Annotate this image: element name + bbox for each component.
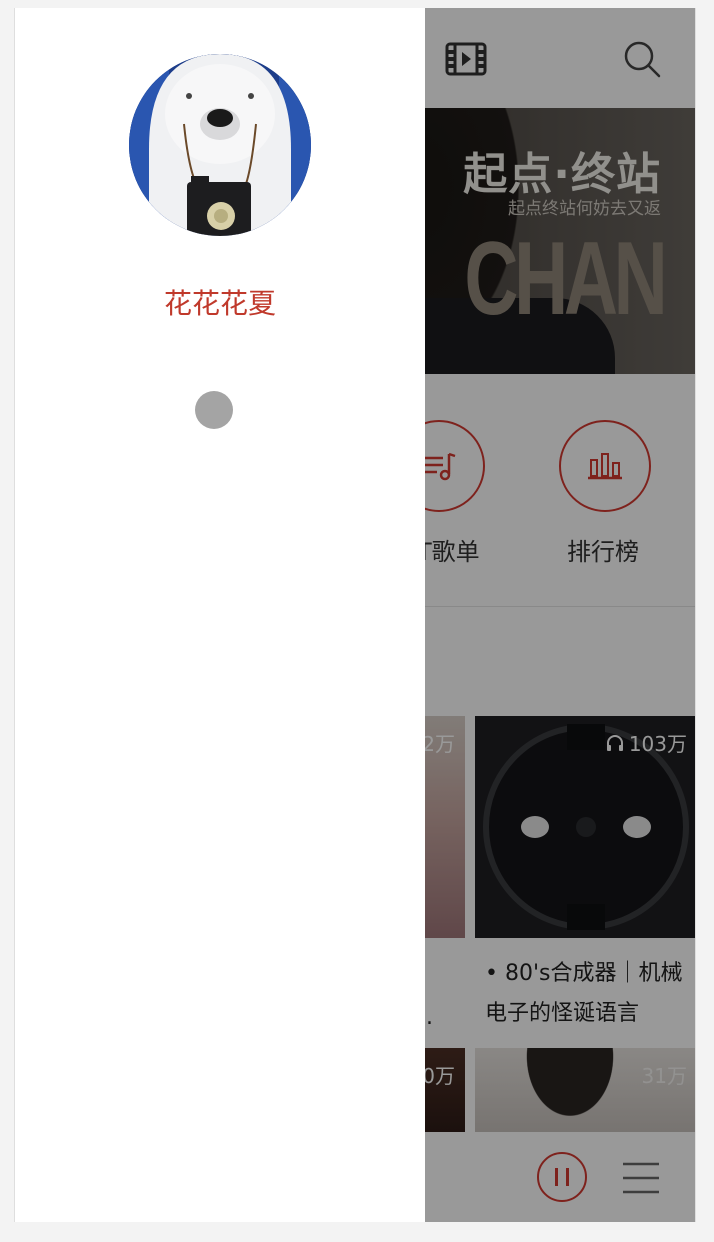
username[interactable]: 花花花夏 [15,282,425,322]
app-frame: 起点·终站 起点终站何妨去又返 CHAN T歌单 排行榜 2万 .. 103万 … [14,8,696,1222]
loading-indicator [195,391,233,429]
side-drawer: 花花花夏 [15,8,425,1222]
avatar-polar-bear-camera [129,54,311,236]
avatar[interactable] [129,54,311,236]
